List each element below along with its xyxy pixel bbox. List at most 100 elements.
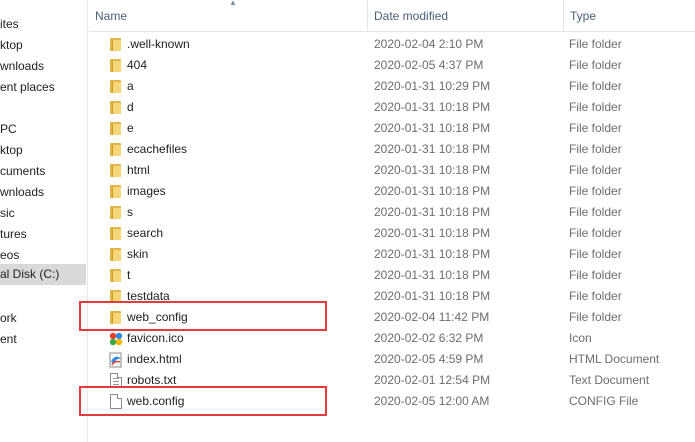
file-date-modified: 2020-02-04 2:10 PM bbox=[374, 37, 484, 51]
file-row[interactable]: e 2020-01-31 10:18 PM File folder bbox=[89, 118, 695, 139]
column-header-type[interactable]: Type bbox=[563, 0, 695, 32]
file-date-modified: 2020-01-31 10:18 PM bbox=[374, 184, 491, 198]
file-type: File folder bbox=[569, 163, 622, 177]
file-row[interactable]: favicon.ico 2020-02-02 6:32 PM Icon bbox=[89, 328, 695, 349]
file-date-modified: 2020-02-01 12:54 PM bbox=[374, 373, 491, 387]
file-type: File folder bbox=[569, 205, 622, 219]
file-type: File folder bbox=[569, 247, 622, 261]
folder-icon bbox=[106, 36, 124, 53]
file-date-modified: 2020-02-02 6:32 PM bbox=[374, 331, 484, 345]
file-date-modified: 2020-01-31 10:18 PM bbox=[374, 226, 491, 240]
column-header-bar: ▲ Name Date modified Type bbox=[89, 0, 695, 32]
html-file-icon bbox=[106, 351, 124, 368]
file-type: CONFIG File bbox=[569, 394, 639, 408]
nav-item[interactable]: cuments bbox=[0, 161, 87, 182]
file-row[interactable]: html 2020-01-31 10:18 PM File folder bbox=[89, 160, 695, 181]
file-type: File folder bbox=[569, 289, 622, 303]
column-name-label: Name bbox=[95, 9, 128, 23]
file-row[interactable]: d 2020-01-31 10:18 PM File folder bbox=[89, 97, 695, 118]
folder-icon bbox=[106, 120, 124, 137]
folder-icon bbox=[106, 78, 124, 95]
file-type: File folder bbox=[569, 121, 622, 135]
nav-item[interactable]: eos bbox=[0, 245, 87, 266]
file-name: favicon.ico bbox=[127, 331, 184, 345]
file-row[interactable]: images 2020-01-31 10:18 PM File folder bbox=[89, 181, 695, 202]
file-date-modified: 2020-01-31 10:18 PM bbox=[374, 121, 491, 135]
file-name: search bbox=[127, 226, 164, 240]
folder-icon bbox=[106, 183, 124, 200]
nav-item[interactable]: ork bbox=[0, 308, 87, 329]
nav-item[interactable]: ktop bbox=[0, 35, 87, 56]
nav-item[interactable]: ktop bbox=[0, 140, 87, 161]
nav-item[interactable]: ites bbox=[0, 14, 87, 35]
file-date-modified: 2020-01-31 10:18 PM bbox=[374, 268, 491, 282]
file-row[interactable]: skin 2020-01-31 10:18 PM File folder bbox=[89, 244, 695, 265]
file-date-modified: 2020-02-05 4:59 PM bbox=[374, 352, 484, 366]
file-row[interactable]: ecachefiles 2020-01-31 10:18 PM File folde… bbox=[89, 139, 695, 160]
file-name: a bbox=[127, 79, 134, 93]
file-date-modified: 2020-01-31 10:18 PM bbox=[374, 142, 491, 156]
file-name: skin bbox=[127, 247, 149, 261]
nav-item[interactable]: ent places bbox=[0, 77, 87, 98]
file-name: 404 bbox=[127, 58, 148, 72]
file-name: images bbox=[127, 184, 166, 198]
nav-item[interactable]: PC bbox=[0, 119, 87, 140]
file-date-modified: 2020-01-31 10:18 PM bbox=[374, 100, 491, 114]
file-date-modified: 2020-01-31 10:18 PM bbox=[374, 163, 491, 177]
nav-item[interactable]: ent bbox=[0, 329, 87, 350]
folder-icon bbox=[106, 225, 124, 242]
file-date-modified: 2020-01-31 10:18 PM bbox=[374, 247, 491, 261]
file-type: File folder bbox=[569, 268, 622, 282]
file-name: .well-known bbox=[127, 37, 190, 51]
nav-item[interactable]: tures bbox=[0, 224, 87, 245]
file-row[interactable]: .well-known 2020-02-04 2:10 PM File folder bbox=[89, 34, 695, 55]
file-type: File folder bbox=[569, 226, 622, 240]
file-type: File folder bbox=[569, 58, 622, 72]
file-type: File folder bbox=[569, 37, 622, 51]
file-name: e bbox=[127, 121, 134, 135]
file-row[interactable]: 404 2020-02-05 4:37 PM File folder bbox=[89, 55, 695, 76]
file-date-modified: 2020-01-31 10:29 PM bbox=[374, 79, 491, 93]
file-type: File folder bbox=[569, 310, 622, 324]
column-header-date[interactable]: Date modified bbox=[367, 0, 563, 32]
nav-item[interactable]: wnloads bbox=[0, 56, 87, 77]
file-type: File folder bbox=[569, 79, 622, 93]
folder-icon bbox=[106, 162, 124, 179]
file-row[interactable]: a 2020-01-31 10:29 PM File folder bbox=[89, 76, 695, 97]
file-date-modified: 2020-02-04 11:42 PM bbox=[374, 310, 490, 324]
folder-icon bbox=[106, 99, 124, 116]
file-row[interactable]: t 2020-01-31 10:18 PM File folder bbox=[89, 265, 695, 286]
file-type: File folder bbox=[569, 184, 622, 198]
file-name: t bbox=[127, 268, 131, 282]
column-date-label: Date modified bbox=[374, 9, 449, 23]
file-type: HTML Document bbox=[569, 352, 660, 366]
nav-item[interactable]: sic bbox=[0, 203, 87, 224]
folder-icon bbox=[106, 204, 124, 221]
nav-item[interactable]: wnloads bbox=[0, 182, 87, 203]
file-name: s bbox=[127, 205, 133, 219]
folder-icon bbox=[106, 141, 124, 158]
highlight-box-web-config-file bbox=[79, 386, 327, 416]
nav-item[interactable] bbox=[0, 98, 87, 119]
nav-item[interactable]: al Disk (C:) bbox=[0, 264, 86, 285]
file-row[interactable]: search 2020-01-31 10:18 PM File folder bbox=[89, 223, 695, 244]
sort-ascending-icon: ▲ bbox=[229, 0, 237, 7]
column-type-label: Type bbox=[570, 9, 597, 23]
file-name: index.html bbox=[127, 352, 182, 366]
file-type: File folder bbox=[569, 142, 622, 156]
nav-item[interactable] bbox=[0, 287, 87, 308]
navigation-pane: ites ktop wnloads ent places PC ktop cuments wn… bbox=[0, 0, 88, 442]
file-row[interactable]: index.html 2020-02-05 4:59 PM HTML Documen… bbox=[89, 349, 695, 370]
file-type: Text Document bbox=[569, 373, 650, 387]
file-name: d bbox=[127, 100, 134, 114]
folder-icon bbox=[106, 246, 124, 263]
column-header-name[interactable]: ▲ Name bbox=[89, 0, 354, 32]
file-row[interactable]: s 2020-01-31 10:18 PM File folder bbox=[89, 202, 695, 223]
file-date-modified: 2020-01-31 10:18 PM bbox=[374, 205, 491, 219]
file-name: html bbox=[127, 163, 150, 177]
file-name: ecachefiles bbox=[127, 142, 188, 156]
file-type: Icon bbox=[569, 331, 592, 345]
file-date-modified: 2020-01-31 10:18 PM bbox=[374, 289, 491, 303]
highlight-box-web-config-folder bbox=[79, 301, 327, 331]
folder-icon bbox=[106, 267, 124, 284]
